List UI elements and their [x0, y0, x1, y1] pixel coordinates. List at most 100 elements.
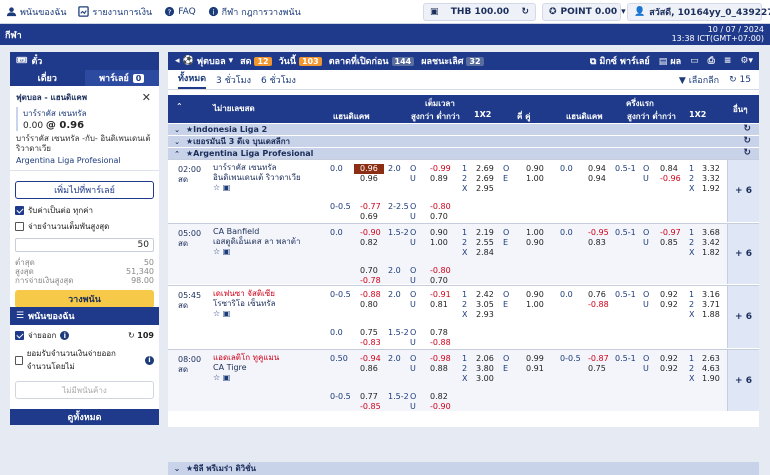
- ft-hdp-away-odds-alt[interactable]: -0.85: [360, 402, 381, 412]
- odd-odds[interactable]: 0.90: [526, 164, 544, 174]
- away-team[interactable]: โรซาริโอ เซ็นทรัล: [213, 299, 276, 309]
- league-row[interactable]: ⌄ ★ Indonesia Liga 2 ↻: [168, 123, 759, 135]
- favorite-icon[interactable]: ☆ ▣: [213, 247, 300, 257]
- ht-over-odds[interactable]: -0.97: [660, 228, 681, 238]
- ft-hdp-away-odds[interactable]: 0.86: [360, 364, 378, 374]
- ft-hdp-home-odds[interactable]: -0.90: [360, 228, 381, 238]
- ht-hdp-home-odds[interactable]: -0.95: [588, 228, 609, 238]
- star-icon[interactable]: ★: [186, 464, 193, 473]
- ht-2-odds[interactable]: 3.71: [702, 300, 720, 310]
- ft-hdp-home-odds-alt[interactable]: 0.75: [360, 328, 378, 338]
- nav-faq[interactable]: ? FAQ: [164, 6, 196, 17]
- more-markets-button[interactable]: + 6: [727, 286, 759, 348]
- ft-over-odds[interactable]: -0.91: [430, 290, 451, 300]
- ft-1-odds[interactable]: 2.69: [476, 164, 494, 174]
- ft-1-odds[interactable]: 2.06: [476, 354, 494, 364]
- ht-2-odds[interactable]: 4.63: [702, 364, 720, 374]
- filter-all[interactable]: ทั้งหมด: [178, 71, 207, 89]
- away-team[interactable]: อินดิเพนเดนเต้ ริวาดาเวีย: [213, 173, 301, 183]
- my-bets-header[interactable]: ☰ พนันของฉัน: [10, 307, 159, 325]
- ht-1-odds[interactable]: 3.16: [702, 290, 720, 300]
- league-row[interactable]: ⌃ ★ Argentina Liga Profesional ↻: [168, 147, 759, 159]
- ft-2-odds[interactable]: 2.55: [476, 238, 494, 248]
- tab-parlay[interactable]: พาร์เลย์ 0: [85, 70, 160, 86]
- ft-over-odds[interactable]: -0.99: [430, 164, 451, 174]
- refresh-icon[interactable]: ↻: [743, 124, 751, 134]
- nav-my-bets[interactable]: พนันของฉัน: [6, 5, 66, 19]
- odd-odds[interactable]: 0.99: [526, 354, 544, 364]
- ft-hdp-home-odds[interactable]: -0.88: [360, 290, 381, 300]
- ft-over-odds-alt[interactable]: -0.80: [430, 266, 451, 276]
- home-team[interactable]: เดเฟนซา จัสติเซีย: [213, 289, 276, 299]
- more-markets-button[interactable]: + 6: [727, 224, 759, 284]
- even-odds[interactable]: 0.90: [526, 238, 544, 248]
- ht-hdp-home-odds[interactable]: -0.87: [588, 354, 609, 364]
- ft-under-odds-alt[interactable]: 0.70: [430, 212, 448, 222]
- user-pill[interactable]: 👤 สวัสดี, 10164yy_0_4392278: [627, 3, 770, 21]
- ht-2-odds[interactable]: 3.32: [702, 174, 720, 184]
- no-bets-button[interactable]: ไม่มีพนันค้าง: [15, 381, 154, 399]
- star-icon[interactable]: ★: [186, 137, 193, 146]
- ft-x-odds[interactable]: 2.93: [476, 310, 494, 320]
- sport-selector[interactable]: ◂ ⚽ ฟุตบอล ▾: [175, 54, 233, 68]
- place-bet-button[interactable]: วางพนัน: [15, 290, 154, 308]
- ft-x-odds[interactable]: 2.84: [476, 248, 494, 258]
- favorite-icon[interactable]: ☆ ▣: [213, 373, 279, 383]
- even-odds[interactable]: 1.00: [526, 174, 544, 184]
- ht-hdp-home-odds[interactable]: 0.76: [588, 290, 606, 300]
- ft-under-odds[interactable]: 0.89: [430, 174, 448, 184]
- info-icon[interactable]: i: [60, 331, 70, 340]
- gear-icon[interactable]: ⚙▾: [740, 56, 753, 66]
- league-row[interactable]: ⌄ ★ เยอรมันนี 3 ดีเจ บุนเดสลีกา ↻: [168, 135, 759, 147]
- even-odds[interactable]: 0.91: [526, 364, 544, 374]
- results-button[interactable]: ▤ ผล: [659, 54, 681, 68]
- ft-over-odds-alt[interactable]: 0.82: [430, 392, 448, 402]
- tab-single[interactable]: เดี่ยว: [10, 70, 85, 86]
- ht-under-odds[interactable]: -0.96: [660, 174, 681, 184]
- ht-over-odds[interactable]: 0.92: [660, 290, 678, 300]
- ht-hdp-away-odds[interactable]: 0.94: [588, 174, 606, 184]
- favorite-icon[interactable]: ☆ ▣: [213, 309, 276, 319]
- mix-parlay-button[interactable]: ⧉ มิกซ์ พาร์เลย์: [590, 54, 650, 68]
- ht-under-odds[interactable]: 0.92: [660, 300, 678, 310]
- ft-2-odds[interactable]: 3.05: [476, 300, 494, 310]
- ht-x-odds[interactable]: 1.90: [702, 374, 720, 384]
- filter-6h[interactable]: 6 ชั่วโมง: [261, 73, 296, 87]
- refresh-icon[interactable]: ↻: [743, 148, 751, 158]
- accept-odds-checkbox[interactable]: [15, 206, 24, 215]
- away-team[interactable]: CA Tigre: [213, 363, 279, 373]
- ft-x-odds[interactable]: 2.95: [476, 184, 494, 194]
- menu-icon[interactable]: ≡: [724, 56, 732, 66]
- ft-x-odds[interactable]: 3.00: [476, 374, 494, 384]
- more-markets-button[interactable]: + 6: [727, 160, 759, 222]
- nav-report[interactable]: รายงานการเงิน: [78, 5, 152, 19]
- star-icon[interactable]: ★: [186, 149, 193, 158]
- ht-1-odds[interactable]: 3.68: [702, 228, 720, 238]
- cashout-option[interactable]: ยอมรับจำนวนเงินจ่ายออกจำนวนโดยไม่: [15, 347, 139, 373]
- add-parlay-button[interactable]: เพิ่มไปที่พาร์เลย์: [15, 181, 154, 199]
- refresh-icon[interactable]: ↻: [743, 136, 751, 146]
- ft-over-odds[interactable]: 0.90: [430, 228, 448, 238]
- ht-1-odds[interactable]: 2.63: [702, 354, 720, 364]
- ft-hdp-away-odds-alt[interactable]: 0.69: [360, 212, 378, 222]
- odd-odds[interactable]: 0.90: [526, 290, 544, 300]
- ft-over-odds-alt[interactable]: -0.80: [430, 202, 451, 212]
- tab-today[interactable]: วันนี้ 103: [279, 54, 322, 68]
- auto-max-option[interactable]: จ่ายจำนวนเต็มพันสูงสุด: [15, 220, 154, 233]
- home-team[interactable]: CA Banfield: [213, 227, 300, 237]
- ft-under-odds-alt[interactable]: -0.88: [430, 338, 451, 348]
- tab-early[interactable]: ตลาดที่เปิดก่อน 144: [329, 54, 415, 68]
- ht-1-odds[interactable]: 3.32: [702, 164, 720, 174]
- sort-label[interactable]: ไม่ายเลขสด: [213, 102, 255, 115]
- favorite-icon[interactable]: ☆ ▣: [213, 183, 301, 193]
- collapse-icon[interactable]: ⌃: [176, 102, 183, 111]
- league-row[interactable]: ⌄ ★ ชิลี พรีเมร่า ดิวิชั่น: [168, 462, 759, 475]
- info-icon[interactable]: i: [145, 355, 154, 365]
- ht-hdp-home-odds[interactable]: 0.94: [588, 164, 606, 174]
- paid-option[interactable]: จ่ายออก i: [15, 329, 70, 342]
- points-pill[interactable]: ✪ POINT 0.00 ▾: [542, 3, 626, 21]
- ft-under-odds-alt[interactable]: -0.90: [430, 402, 451, 412]
- home-team[interactable]: แอดเลติโก ทูคูแมน: [213, 353, 279, 363]
- ht-under-odds[interactable]: 0.92: [660, 364, 678, 374]
- ht-over-odds[interactable]: 0.84: [660, 164, 678, 174]
